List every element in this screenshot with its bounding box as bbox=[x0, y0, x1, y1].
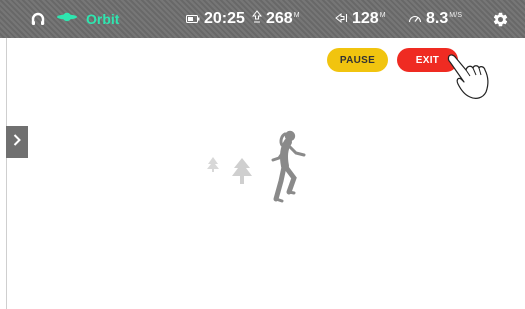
tree-icon bbox=[232, 158, 252, 184]
main-area-edge bbox=[6, 38, 7, 309]
pause-button[interactable]: PAUSE bbox=[327, 48, 388, 72]
distance-value: 128 bbox=[352, 10, 379, 27]
chevron-right-icon bbox=[13, 133, 21, 151]
running-scene bbox=[196, 126, 316, 213]
runner-figure bbox=[271, 130, 306, 203]
app-name-group[interactable]: Orbit bbox=[56, 0, 119, 38]
speed-value: 8.3 bbox=[426, 10, 449, 27]
timer-value: 20:25 bbox=[204, 10, 245, 27]
app-name: Orbit bbox=[86, 11, 120, 27]
planet-icon bbox=[56, 10, 78, 28]
gear-icon[interactable] bbox=[492, 0, 509, 38]
pointing-hand-icon bbox=[446, 52, 494, 107]
elevation-value: 268 bbox=[266, 10, 293, 27]
app-screen: Orbit 20:25 268 M 128 M 8.3 M/S PAUSE EX… bbox=[0, 0, 525, 309]
distance-unit: M bbox=[379, 12, 386, 19]
sidebar-toggle-button[interactable] bbox=[6, 126, 28, 158]
timer-readout: 20:25 bbox=[186, 0, 245, 38]
elevation-icon bbox=[251, 10, 263, 28]
speed-readout: 8.3 M/S bbox=[408, 0, 462, 38]
elevation-unit: M bbox=[293, 12, 300, 19]
distance-icon bbox=[335, 10, 348, 28]
distance-readout: 128 M bbox=[335, 0, 386, 38]
status-bar: Orbit 20:25 268 M 128 M 8.3 M/S bbox=[0, 0, 525, 38]
speedometer-icon bbox=[408, 10, 422, 28]
battery-icon bbox=[186, 10, 200, 28]
speed-unit: M/S bbox=[449, 12, 463, 19]
tree-icon bbox=[207, 157, 219, 172]
headphones-icon[interactable] bbox=[30, 0, 46, 38]
elevation-readout: 268 M bbox=[251, 0, 300, 38]
